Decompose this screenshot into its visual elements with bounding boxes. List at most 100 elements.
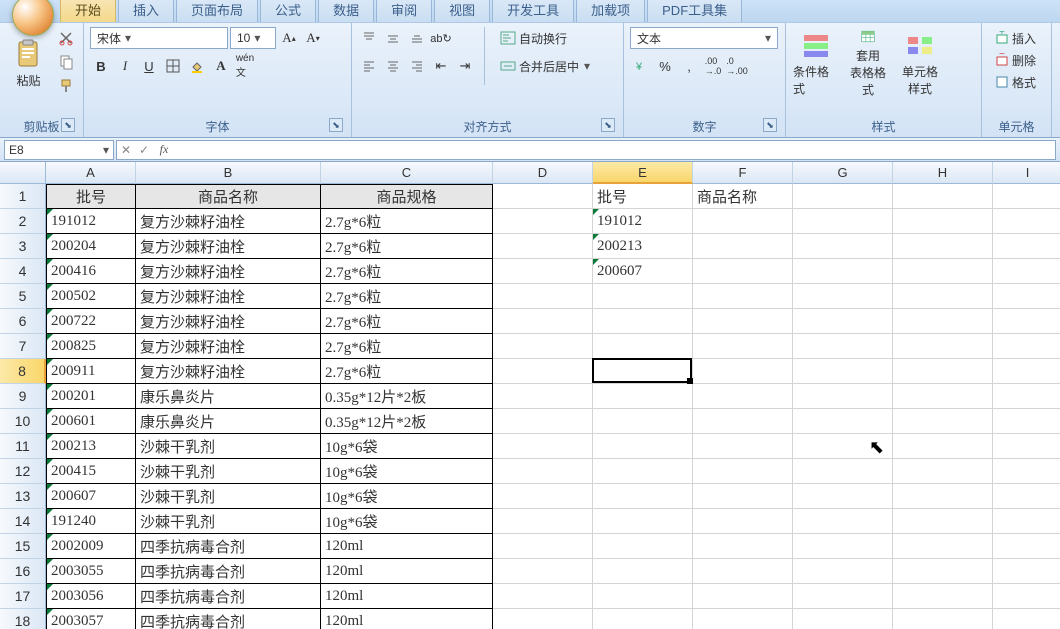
cell-G18[interactable]	[793, 609, 893, 629]
cell-E14[interactable]	[593, 509, 693, 534]
cell-F7[interactable]	[693, 334, 793, 359]
cell-B9[interactable]: 康乐鼻炎片	[136, 384, 321, 409]
cell-H18[interactable]	[893, 609, 993, 629]
number-launcher[interactable]: ⬊	[763, 118, 777, 132]
cell-F8[interactable]	[693, 359, 793, 384]
cell-H13[interactable]	[893, 484, 993, 509]
cell-G1[interactable]	[793, 184, 893, 209]
col-header-I[interactable]: I	[993, 162, 1060, 184]
phonetic-button[interactable]: wén文	[234, 55, 256, 77]
tab-1[interactable]: 插入	[118, 0, 174, 22]
cell-I11[interactable]	[993, 434, 1060, 459]
cell-F16[interactable]	[693, 559, 793, 584]
row-header-11[interactable]: 11	[0, 434, 46, 459]
cell-I10[interactable]	[993, 409, 1060, 434]
row-header-3[interactable]: 3	[0, 234, 46, 259]
cell-I2[interactable]	[993, 209, 1060, 234]
align-top-button[interactable]	[358, 27, 380, 49]
cell-H7[interactable]	[893, 334, 993, 359]
conditional-format-button[interactable]: 条件格式	[792, 27, 840, 99]
row-header-9[interactable]: 9	[0, 384, 46, 409]
merge-center-button[interactable]: 合并后居中▾	[493, 55, 597, 77]
bold-button[interactable]: B	[90, 55, 112, 77]
cell-E5[interactable]	[593, 284, 693, 309]
row-header-5[interactable]: 5	[0, 284, 46, 309]
row-header-15[interactable]: 15	[0, 534, 46, 559]
tab-4[interactable]: 数据	[318, 0, 374, 22]
cell-B12[interactable]: 沙棘干乳剂	[136, 459, 321, 484]
cell-I3[interactable]	[993, 234, 1060, 259]
col-header-H[interactable]: H	[893, 162, 993, 184]
cell-E15[interactable]	[593, 534, 693, 559]
name-box[interactable]: E8▾	[4, 140, 114, 160]
col-header-D[interactable]: D	[493, 162, 593, 184]
cell-F14[interactable]	[693, 509, 793, 534]
tab-8[interactable]: 加载项	[576, 0, 645, 22]
align-center-button[interactable]	[382, 55, 404, 77]
cell-G9[interactable]	[793, 384, 893, 409]
cell-D14[interactable]	[493, 509, 593, 534]
cell-H9[interactable]	[893, 384, 993, 409]
cell-I18[interactable]	[993, 609, 1060, 629]
wrap-text-button[interactable]: 自动换行	[493, 27, 597, 49]
increase-indent-button[interactable]: ⇥	[454, 55, 476, 77]
cell-E7[interactable]	[593, 334, 693, 359]
cell-D1[interactable]	[493, 184, 593, 209]
cell-A5[interactable]: 200502	[46, 284, 136, 309]
cell-F10[interactable]	[693, 409, 793, 434]
cell-H15[interactable]	[893, 534, 993, 559]
orientation-button[interactable]: ab↻	[430, 27, 452, 49]
cell-styles-button[interactable]: 单元格 样式	[896, 27, 944, 99]
fill-color-button[interactable]	[186, 55, 208, 77]
row-header-10[interactable]: 10	[0, 409, 46, 434]
cell-I14[interactable]	[993, 509, 1060, 534]
cell-F2[interactable]	[693, 209, 793, 234]
cell-E18[interactable]	[593, 609, 693, 629]
tab-2[interactable]: 页面布局	[176, 0, 258, 22]
row-header-14[interactable]: 14	[0, 509, 46, 534]
cell-D2[interactable]	[493, 209, 593, 234]
cell-D9[interactable]	[493, 384, 593, 409]
font-name-combo[interactable]: 宋体▾	[90, 27, 228, 49]
cell-I16[interactable]	[993, 559, 1060, 584]
cell-A9[interactable]: 200201	[46, 384, 136, 409]
font-size-combo[interactable]: 10▾	[230, 27, 276, 49]
cell-C4[interactable]: 2.7g*6粒	[321, 259, 493, 284]
cell-G4[interactable]	[793, 259, 893, 284]
cell-E3[interactable]: 200213	[593, 234, 693, 259]
row-header-16[interactable]: 16	[0, 559, 46, 584]
cell-F1[interactable]: 商品名称	[693, 184, 793, 209]
cell-C5[interactable]: 2.7g*6粒	[321, 284, 493, 309]
cut-button[interactable]	[55, 27, 77, 49]
comma-button[interactable]: ,	[678, 55, 700, 77]
cell-D4[interactable]	[493, 259, 593, 284]
cell-F13[interactable]	[693, 484, 793, 509]
cell-E11[interactable]	[593, 434, 693, 459]
cell-B8[interactable]: 复方沙棘籽油栓	[136, 359, 321, 384]
number-format-combo[interactable]: 文本▾	[630, 27, 778, 49]
cell-C3[interactable]: 2.7g*6粒	[321, 234, 493, 259]
cell-B4[interactable]: 复方沙棘籽油栓	[136, 259, 321, 284]
cell-C14[interactable]: 10g*6袋	[321, 509, 493, 534]
cell-I5[interactable]	[993, 284, 1060, 309]
spreadsheet-grid[interactable]: ABCDEFGHI 123456789101112131415161718 批号…	[0, 162, 1060, 629]
italic-button[interactable]: I	[114, 55, 136, 77]
cell-E17[interactable]	[593, 584, 693, 609]
tab-9[interactable]: PDF工具集	[647, 0, 742, 22]
cell-I4[interactable]	[993, 259, 1060, 284]
cell-A16[interactable]: 2003055	[46, 559, 136, 584]
cell-F17[interactable]	[693, 584, 793, 609]
cell-A10[interactable]: 200601	[46, 409, 136, 434]
row-header-8[interactable]: 8	[0, 359, 46, 384]
font-launcher[interactable]: ⬊	[329, 118, 343, 132]
cell-C8[interactable]: 2.7g*6粒	[321, 359, 493, 384]
row-header-4[interactable]: 4	[0, 259, 46, 284]
cell-A18[interactable]: 2003057	[46, 609, 136, 629]
cells-area[interactable]: 批号商品名称商品规格批号商品名称191012复方沙棘籽油栓2.7g*6粒1910…	[46, 184, 1060, 629]
cell-I7[interactable]	[993, 334, 1060, 359]
cell-A7[interactable]: 200825	[46, 334, 136, 359]
row-header-1[interactable]: 1	[0, 184, 46, 209]
align-middle-button[interactable]	[382, 27, 404, 49]
cell-C12[interactable]: 10g*6袋	[321, 459, 493, 484]
cell-I6[interactable]	[993, 309, 1060, 334]
